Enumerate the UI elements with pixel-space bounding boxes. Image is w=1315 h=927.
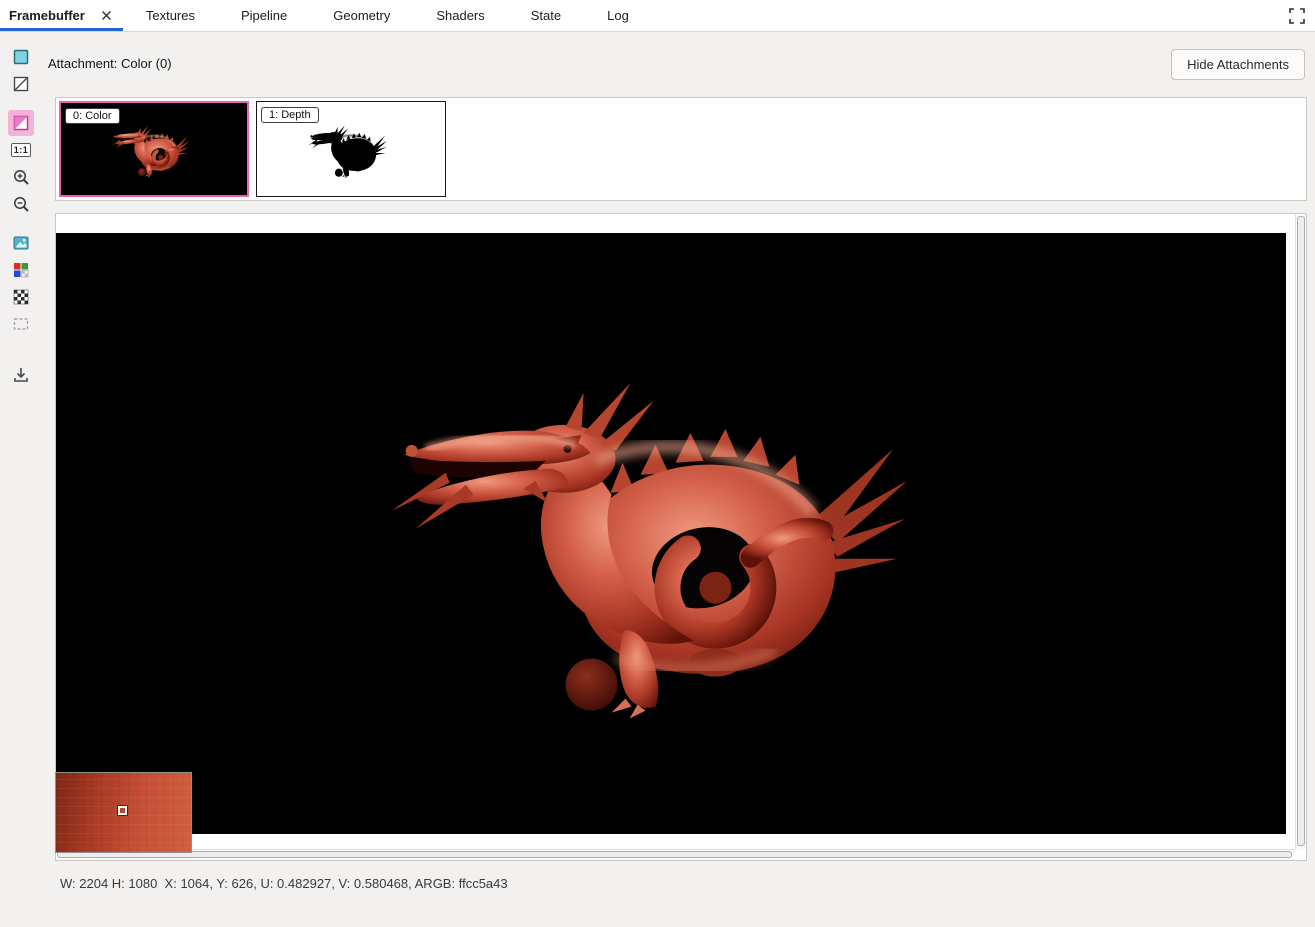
attachment-thumbnail-depth[interactable]: 1: Depth bbox=[256, 101, 446, 197]
tab-log[interactable]: Log bbox=[584, 0, 652, 31]
status-bar: W: 2204 H: 1080 X: 1064, Y: 626, U: 0.48… bbox=[60, 876, 508, 891]
viewer-toolbar: 1:1 bbox=[0, 32, 42, 927]
tab-state-label: State bbox=[531, 8, 561, 23]
dashed-frame-icon[interactable] bbox=[8, 311, 34, 337]
tab-bar: Framebuffer Textures Pipeline Geometry S… bbox=[0, 0, 1315, 32]
attachments-strip: 0: Color 1: Depth bbox=[55, 97, 1307, 201]
tab-state[interactable]: State bbox=[508, 0, 584, 31]
vertical-scrollbar-thumb[interactable] bbox=[1297, 216, 1305, 846]
one-to-one-zoom-icon[interactable]: 1:1 bbox=[8, 137, 34, 163]
tab-shaders[interactable]: Shaders bbox=[413, 0, 507, 31]
attachment-label: Attachment: Color (0) bbox=[48, 56, 172, 71]
framebuffer-viewer-panel bbox=[55, 213, 1307, 861]
tab-shaders-label: Shaders bbox=[436, 8, 484, 23]
tab-pipeline-label: Pipeline bbox=[241, 8, 287, 23]
vertical-scrollbar[interactable] bbox=[1295, 214, 1306, 849]
pixel-magnifier-overlay bbox=[55, 772, 192, 853]
tab-framebuffer-label: Framebuffer bbox=[9, 8, 85, 23]
tab-log-label: Log bbox=[607, 8, 629, 23]
hide-attachments-label: Hide Attachments bbox=[1187, 57, 1289, 72]
tab-framebuffer[interactable]: Framebuffer bbox=[0, 0, 123, 31]
framebuffer-canvas[interactable] bbox=[56, 233, 1286, 834]
tab-geometry[interactable]: Geometry bbox=[310, 0, 413, 31]
one-to-one-label: 1:1 bbox=[11, 143, 32, 157]
horizontal-scrollbar[interactable] bbox=[56, 849, 1295, 860]
tab-pipeline[interactable]: Pipeline bbox=[218, 0, 310, 31]
attachment-badge: 1: Depth bbox=[261, 107, 319, 123]
split-square-icon[interactable] bbox=[8, 110, 34, 136]
checkerboard-icon[interactable] bbox=[8, 284, 34, 310]
filled-square-icon[interactable] bbox=[8, 44, 34, 70]
color-channels-icon[interactable] bbox=[8, 257, 34, 283]
tab-textures[interactable]: Textures bbox=[123, 0, 218, 31]
save-image-icon[interactable] bbox=[8, 362, 34, 388]
close-tab-icon[interactable] bbox=[101, 10, 112, 21]
attachment-thumbnail-color[interactable]: 0: Color bbox=[59, 101, 249, 197]
horizontal-scrollbar-thumb[interactable] bbox=[57, 851, 1292, 858]
hide-attachments-button[interactable]: Hide Attachments bbox=[1171, 49, 1305, 80]
dragon-render bbox=[56, 233, 1286, 834]
zoom-in-icon[interactable] bbox=[8, 164, 34, 190]
fullscreen-icon[interactable] bbox=[1288, 7, 1306, 25]
image-icon[interactable] bbox=[8, 230, 34, 256]
tab-geometry-label: Geometry bbox=[333, 8, 390, 23]
pixel-marker bbox=[118, 806, 127, 815]
attachment-badge: 0: Color bbox=[65, 108, 120, 124]
tab-textures-label: Textures bbox=[146, 8, 195, 23]
crossed-square-icon[interactable] bbox=[8, 71, 34, 97]
zoom-out-icon[interactable] bbox=[8, 191, 34, 217]
